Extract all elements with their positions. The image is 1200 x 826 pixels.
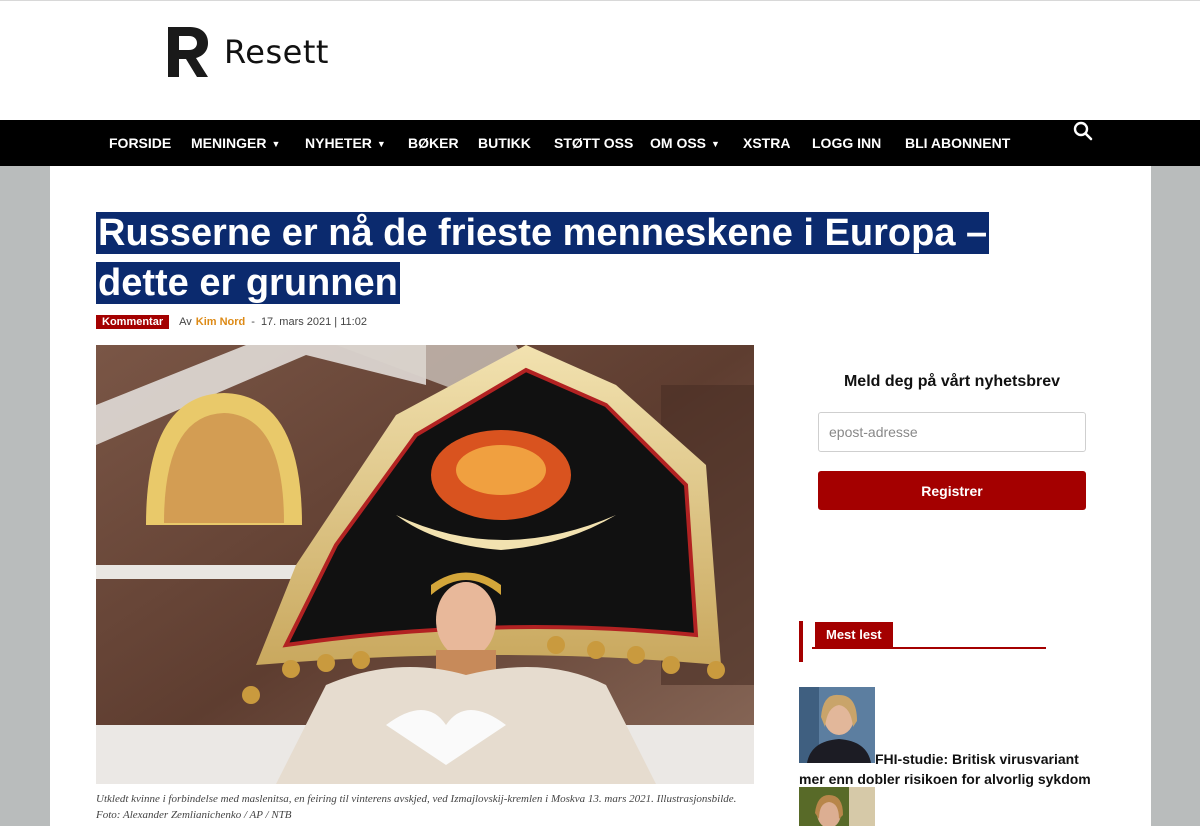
nav-label: MENINGER [191,135,267,151]
nav-item-boker[interactable]: BØKER [408,120,459,166]
nav-label: BUTIKK [478,135,531,151]
nav-item-om-oss[interactable]: OM OSS ▼ [650,120,720,166]
nav-label: LOGG INN [812,135,882,151]
chevron-down-icon: ▼ [271,139,281,149]
chevron-down-icon: ▼ [711,139,720,149]
nav-label: FORSIDE [109,135,172,151]
nav-item-xstra[interactable]: XSTRA [743,120,790,166]
resett-logo-icon [168,27,208,77]
article-thumbnail[interactable] [799,787,875,826]
newsletter-register-button[interactable]: Registrer [818,471,1086,510]
category-badge[interactable]: Kommentar [96,315,170,329]
nav-label: BØKER [408,135,459,151]
site-header: Resett [0,0,1200,120]
nav-item-forside[interactable]: FORSIDE [109,120,171,166]
image-caption: Utkledt kvinne i forbindelse med masleni… [96,793,737,821]
nav-label: NYHETER [305,135,372,151]
search-icon[interactable] [1072,120,1094,142]
newsletter-email-input[interactable] [818,412,1086,452]
newsletter-title: Meld deg på vårt nyhetsbrev [843,373,1061,390]
nav-label: BLI ABONNENT [905,135,1011,151]
most-read-article-title[interactable]: FHI-studie: Britisk virusvariant mer enn… [799,749,1099,789]
site-logo[interactable]: Resett [166,25,329,79]
nav-item-bli-abonnent[interactable]: BLI ABONNENT [905,120,1010,166]
nav-label: OM OSS [650,135,707,151]
nav-item-meninger[interactable]: MENINGER ▼ [191,120,280,166]
nav-item-butikk[interactable]: BUTIKK [478,120,531,166]
chevron-down-icon: ▼ [376,139,386,149]
thumbnail-photo [799,787,875,826]
most-read-tab[interactable]: Mest lest [815,622,893,648]
author-link[interactable]: Kim Nord [196,316,246,328]
article-title: Russerne er nå de frieste menneskene i E… [96,208,1036,308]
article-hero-image [96,345,754,784]
hero-photo [96,345,754,784]
most-read-accent-bar [799,621,803,662]
nav-item-logg-inn[interactable]: LOGG INN [812,120,881,166]
nav-item-nyheter[interactable]: NYHETER ▼ [305,120,386,166]
article-meta: Kommentar Av Kim Nord - 17. mars 2021 | … [96,315,367,329]
article-title-text: Russerne er nå de frieste menneskene i E… [96,212,990,304]
byline-prefix: Av [179,316,192,328]
site-name: Resett [224,33,329,71]
nav-label: XSTRA [743,135,791,151]
nav-item-stott-oss[interactable]: STØTT OSS [554,120,633,166]
main-navigation: FORSIDE MENINGER ▼ NYHETER ▼ BØKER BUTIKK … [0,120,1200,166]
publish-date: 17. mars 2021 | 11:02 [260,316,367,328]
nav-label: STØTT OSS [554,135,634,151]
meta-separator: - [251,316,255,328]
